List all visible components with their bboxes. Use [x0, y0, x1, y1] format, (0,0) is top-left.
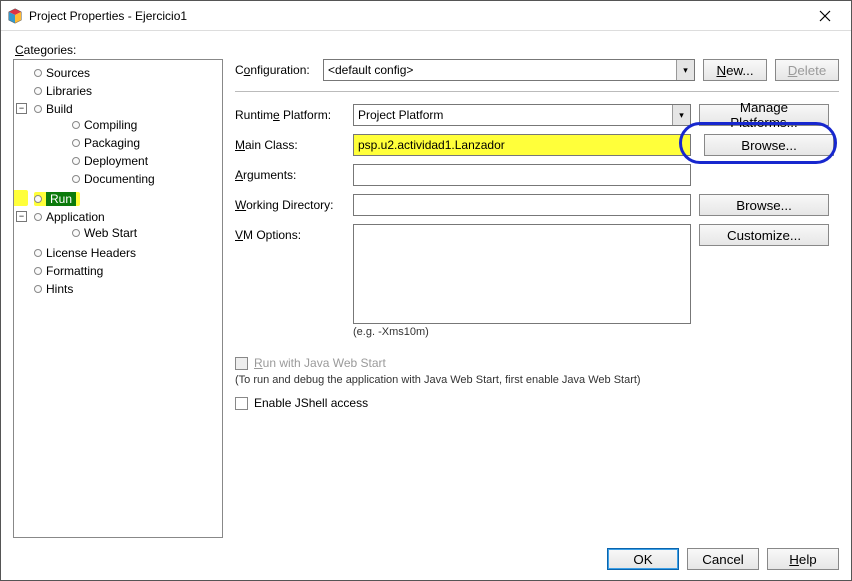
working-dir-label: Working Directory: [235, 194, 345, 212]
tree-item-formatting[interactable]: Formatting [34, 264, 103, 278]
runtime-platform-combo[interactable]: Project Platform ▾ [353, 104, 691, 126]
main-class-label: Main Class: [235, 134, 345, 152]
run-webstart-checkbox [235, 357, 248, 370]
arguments-input[interactable] [353, 164, 691, 186]
tree-item-webstart[interactable]: Web Start [72, 226, 137, 240]
titlebar: Project Properties - Ejercicio1 [1, 1, 851, 31]
chevron-down-icon: ▾ [672, 105, 690, 125]
ok-button[interactable]: OK [607, 548, 679, 570]
tree-item-run[interactable]: Run [34, 192, 76, 206]
window-title: Project Properties - Ejercicio1 [29, 9, 805, 23]
window-close-button[interactable] [805, 2, 845, 30]
tree-item-libraries[interactable]: Libraries [34, 84, 92, 98]
settings-panel: Configuration: <default config> ▾ New...… [235, 59, 839, 538]
webstart-note: (To run and debug the application with J… [235, 374, 839, 386]
help-button[interactable]: Help [767, 548, 839, 570]
configuration-label: Configuration: [235, 63, 315, 77]
runtime-platform-label: Runtime Platform: [235, 104, 345, 122]
browse-main-class-button[interactable]: Browse... [704, 134, 834, 156]
tree-item-build[interactable]: Build [34, 102, 73, 116]
enable-jshell-checkbox[interactable] [235, 397, 248, 410]
close-icon [819, 10, 831, 22]
tree-toggle-application[interactable]: − [16, 211, 27, 222]
project-properties-dialog: Project Properties - Ejercicio1 Categori… [0, 0, 852, 581]
categories-label: Categories: [15, 43, 839, 57]
tree-item-packaging[interactable]: Packaging [72, 136, 140, 150]
cancel-button[interactable]: Cancel [687, 548, 759, 570]
tree-item-deployment[interactable]: Deployment [72, 154, 148, 168]
tree-item-license[interactable]: License Headers [34, 246, 136, 260]
app-logo-icon [7, 8, 23, 24]
tree-item-documenting[interactable]: Documenting [72, 172, 155, 186]
delete-config-button: Delete [775, 59, 839, 81]
new-config-button[interactable]: New... [703, 59, 767, 81]
enable-jshell-label: Enable JShell access [254, 396, 368, 410]
tree-item-sources[interactable]: Sources [34, 66, 90, 80]
vm-options-label: VM Options: [235, 224, 345, 242]
run-webstart-label: Run with Java Web Start [254, 356, 386, 370]
tree-item-compiling[interactable]: Compiling [72, 118, 137, 132]
manage-platforms-button[interactable]: Manage Platforms... [699, 104, 829, 126]
vm-options-hint: (e.g. -Xms10m) [353, 326, 691, 338]
main-class-input[interactable]: psp.u2.actividad1.Lanzador [353, 134, 691, 156]
customize-vm-button[interactable]: Customize... [699, 224, 829, 246]
tree-item-application[interactable]: Application [34, 210, 105, 224]
categories-tree[interactable]: Sources Libraries − Build Compiling Pack… [13, 59, 223, 538]
chevron-down-icon: ▾ [676, 60, 694, 80]
vm-options-textarea[interactable] [353, 224, 691, 324]
tree-toggle-build[interactable]: − [16, 103, 27, 114]
browse-working-dir-button[interactable]: Browse... [699, 194, 829, 216]
working-dir-input[interactable] [353, 194, 691, 216]
arguments-label: Arguments: [235, 164, 345, 182]
configuration-combo[interactable]: <default config> ▾ [323, 59, 695, 81]
tree-item-hints[interactable]: Hints [34, 282, 73, 296]
